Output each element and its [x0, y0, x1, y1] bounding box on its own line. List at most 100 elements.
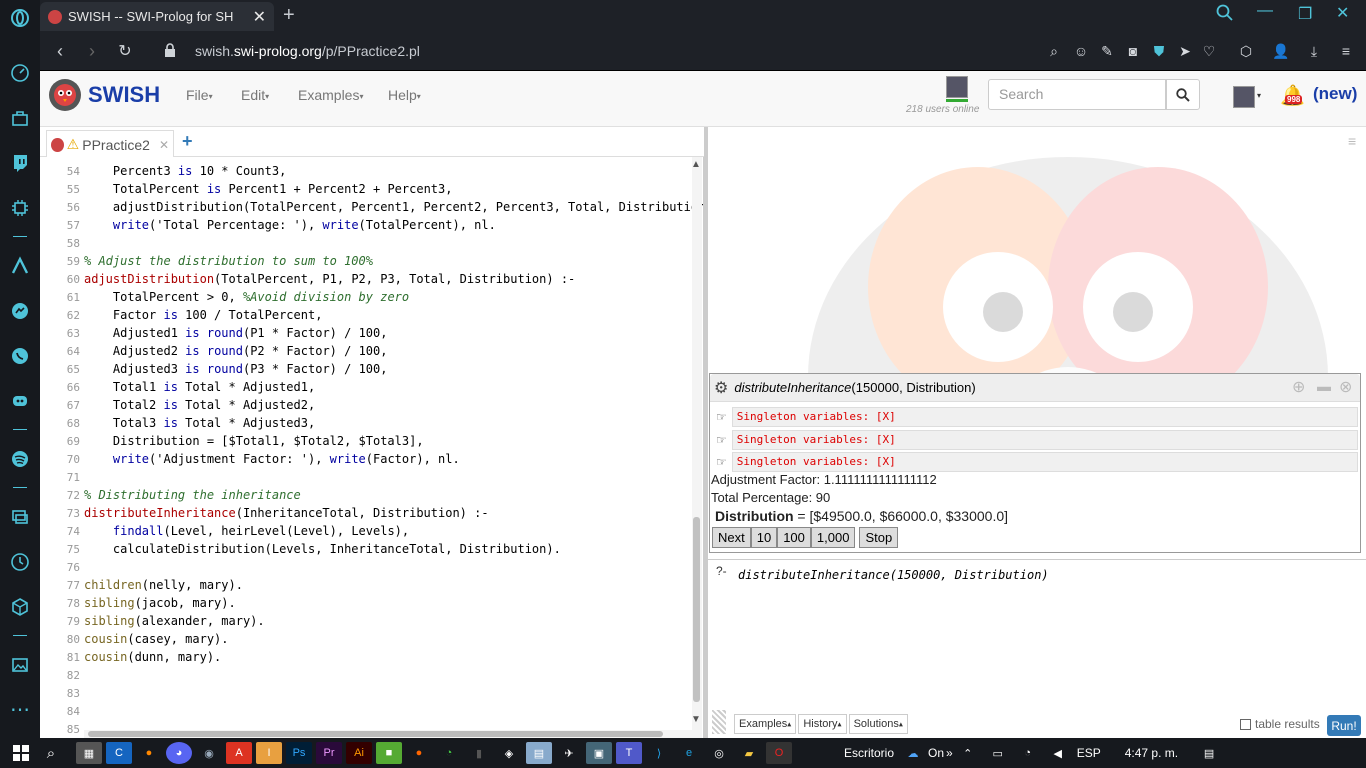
warning-row[interactable]: ☞ Singleton variables: [X]	[710, 406, 1360, 428]
app-dim-icon[interactable]: ▮	[466, 742, 492, 764]
download-query-icon[interactable]: ⊕	[1292, 377, 1305, 397]
chip-icon[interactable]	[0, 185, 40, 230]
steam-icon[interactable]: ◉	[196, 742, 222, 764]
escritorio-label[interactable]: Escritorio	[844, 746, 894, 760]
close-window-icon[interactable]: ✕	[1336, 3, 1349, 23]
menu-help[interactable]: Help▾	[388, 87, 421, 103]
resize-grip-icon[interactable]	[712, 710, 726, 734]
editor-hscroll-thumb[interactable]	[88, 731, 663, 737]
battery-icon[interactable]: ▭	[985, 742, 1011, 764]
camera-icon[interactable]: ◙	[1122, 40, 1144, 62]
download-icon[interactable]: ⤓	[1303, 40, 1325, 62]
app-blender-icon[interactable]: ●	[136, 742, 162, 764]
send-icon[interactable]: ➤	[1174, 40, 1196, 62]
windows-start-icon[interactable]	[8, 742, 34, 764]
file-explorer-icon[interactable]: ▰	[736, 742, 762, 764]
speed-dial-icon[interactable]	[0, 50, 40, 95]
table-results-toggle[interactable]: table results	[1240, 717, 1320, 731]
restore-icon[interactable]: ❐	[1298, 4, 1312, 24]
edge-icon[interactable]: e	[676, 742, 702, 764]
profile-avatar[interactable]	[1233, 86, 1255, 108]
search-taskbar-icon[interactable]: ⌕	[38, 742, 64, 764]
history-icon[interactable]	[0, 539, 40, 584]
menu-edit[interactable]: Edit▾	[241, 87, 269, 103]
warning-row[interactable]: ☞ Singleton variables: [X]	[710, 429, 1360, 451]
table-results-checkbox[interactable]	[1240, 718, 1251, 730]
close-query-icon[interactable]: ⊗	[1339, 377, 1352, 397]
shopping-bag-icon[interactable]	[0, 95, 40, 140]
minecraft-icon[interactable]: ■	[376, 742, 402, 764]
discord-taskbar-icon[interactable]: ◕	[166, 742, 192, 764]
network-icon[interactable]: ◔	[1015, 742, 1041, 764]
swish-logo-text[interactable]: SWISH	[88, 82, 160, 108]
forward-icon[interactable]: ›	[80, 39, 104, 63]
opera-taskbar-icon[interactable]: O	[766, 742, 792, 764]
next-button[interactable]: Next	[712, 527, 751, 548]
query-input[interactable]: distributeInheritance(150000, Distributi…	[734, 564, 1362, 704]
vscode-icon[interactable]: ⟩	[646, 742, 672, 764]
app-photo-icon[interactable]: ▣	[586, 742, 612, 764]
menu-examples[interactable]: Examples▾	[298, 87, 363, 103]
illustrator-icon[interactable]: Ai	[346, 742, 372, 764]
edit-icon[interactable]: ✎	[1096, 40, 1118, 62]
pane-menu-icon[interactable]: ≡	[1348, 133, 1356, 149]
onedrive-icon[interactable]: ☁	[900, 742, 926, 764]
teams-icon[interactable]: T	[616, 742, 642, 764]
volume-icon[interactable]: ◀	[1045, 742, 1071, 764]
onedrive-label[interactable]: On	[928, 746, 944, 760]
scroll-down-icon[interactable]: ▼	[691, 714, 701, 725]
url-text[interactable]: swish.swi-prolog.org/p/PPractice2.pl	[195, 43, 420, 59]
spotify-icon[interactable]	[0, 436, 40, 481]
next-10-button[interactable]: 10	[750, 527, 778, 548]
clock-label[interactable]: 4:47 p. m.	[1125, 746, 1178, 760]
my-flow-icon[interactable]	[0, 494, 40, 539]
menu-icon[interactable]: ≡	[1335, 40, 1357, 62]
aria-icon[interactable]	[0, 243, 40, 288]
run-button[interactable]: Run!	[1327, 715, 1361, 736]
account-icon[interactable]: 👤	[1270, 40, 1292, 62]
app-c-icon[interactable]: C	[106, 742, 132, 764]
app-circle-icon[interactable]: ◎	[706, 742, 732, 764]
calculator-icon[interactable]: ▦	[76, 742, 102, 764]
editor-scroll-thumb[interactable]	[693, 517, 700, 702]
notifications-icon[interactable]: ▤	[1196, 742, 1222, 764]
code-editor[interactable]: 54 Percent3 is 10 * Count3, 55 TotalPerce…	[40, 157, 704, 738]
overflow-icon[interactable]: »	[946, 746, 953, 760]
more-icon[interactable]: ⋯	[0, 687, 40, 732]
browser-tab-active[interactable]: SWISH -- SWI-Prolog for SH ✕	[40, 2, 274, 31]
app-i-icon[interactable]: I	[256, 742, 282, 764]
solutions-button[interactable]: Solutions▴	[848, 714, 908, 734]
minimize-icon[interactable]: —	[1257, 2, 1273, 20]
extensions-icon[interactable]	[0, 584, 40, 629]
page-search-icon[interactable]: ⌕	[1043, 40, 1065, 62]
minimize-query-icon[interactable]: ▬	[1317, 378, 1331, 394]
app-plane-icon[interactable]: ✈	[556, 742, 582, 764]
language-label[interactable]: ESP	[1077, 746, 1101, 760]
search-tabs-icon[interactable]	[1216, 4, 1234, 27]
chrome-icon[interactable]: ◔	[436, 742, 462, 764]
vpn-shield-icon[interactable]: ⛊	[1148, 40, 1170, 62]
new-badge[interactable]: (new)	[1313, 84, 1357, 104]
stop-button[interactable]: Stop	[859, 527, 899, 548]
heart-icon[interactable]: ♡	[1198, 40, 1220, 62]
reload-icon[interactable]: ↻	[113, 39, 137, 63]
notepad-icon[interactable]: ▤	[526, 742, 552, 764]
warning-row[interactable]: ☞ Singleton variables: [X]	[710, 451, 1360, 473]
examples-button[interactable]: Examples▴	[734, 714, 797, 734]
new-tab-icon[interactable]: +	[283, 4, 295, 27]
back-icon[interactable]: ‹	[48, 39, 72, 63]
emoji-icon[interactable]: ☺	[1070, 40, 1092, 62]
search-button[interactable]	[1166, 79, 1200, 110]
premiere-icon[interactable]: Pr	[316, 742, 342, 764]
menu-file[interactable]: File▾	[186, 87, 213, 103]
search-input[interactable]: Search	[988, 79, 1166, 110]
whatsapp-icon[interactable]	[0, 333, 40, 378]
discord-icon[interactable]	[0, 378, 40, 423]
close-tab-icon[interactable]: ✕	[253, 7, 266, 27]
swish-logo-icon[interactable]	[46, 76, 84, 117]
scroll-up-icon[interactable]: ▲	[691, 159, 701, 170]
next-1000-button[interactable]: 1,000	[810, 527, 856, 548]
users-avatar[interactable]	[946, 76, 968, 98]
close-file-icon[interactable]: ✕	[159, 138, 169, 152]
tray-chevron-icon[interactable]: ⌃	[955, 742, 981, 764]
